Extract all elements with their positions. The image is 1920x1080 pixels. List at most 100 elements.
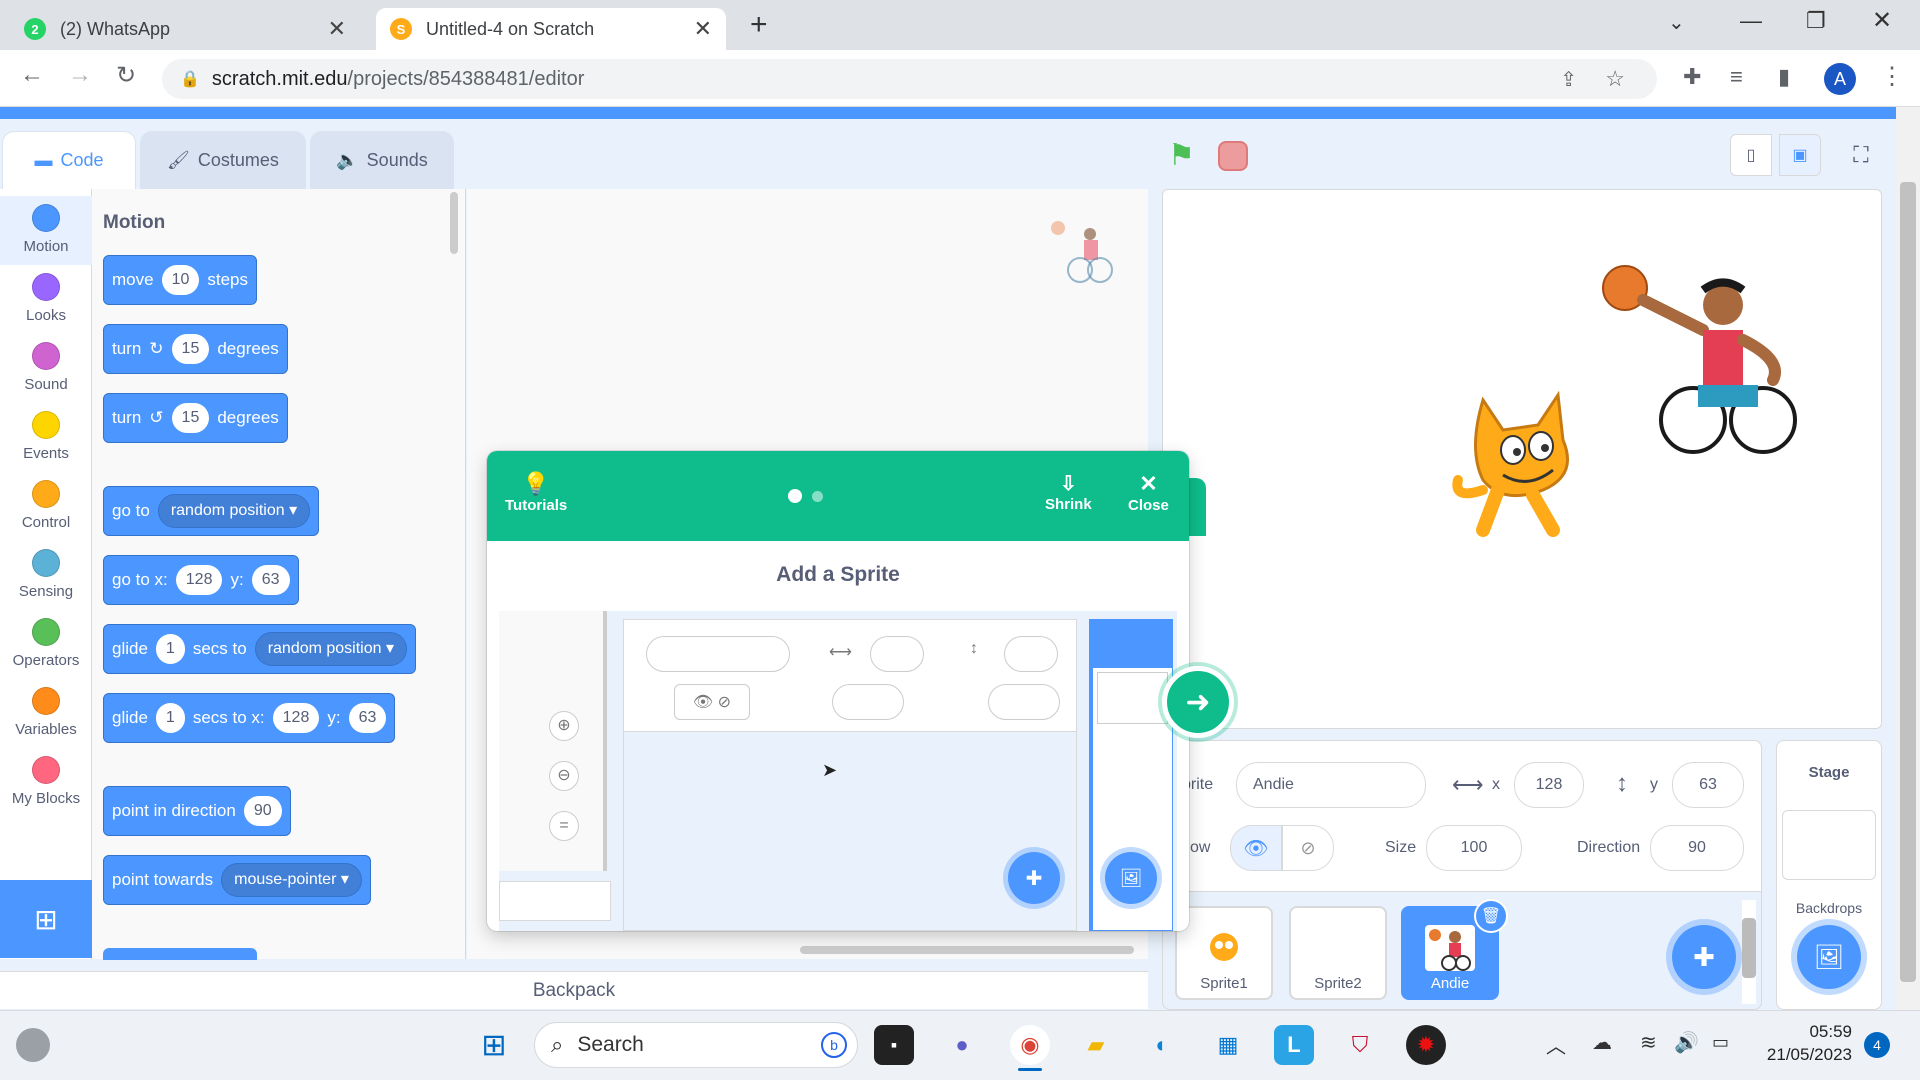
back-icon[interactable]: ← (20, 61, 44, 89)
address-bar[interactable]: 🔒 scratch.mit.edu/projects/854388481/edi… (162, 59, 1657, 99)
category-sensing[interactable]: Sensing (0, 541, 92, 610)
palette-scrollbar[interactable] (450, 192, 458, 254)
battery-icon[interactable]: ▭ (1712, 1032, 1729, 1053)
onedrive-icon[interactable]: ☁ (1592, 1030, 1612, 1055)
towards-dropdown[interactable]: mouse-pointer ▾ (221, 863, 362, 897)
profile-avatar[interactable]: A (1824, 63, 1856, 95)
y-field[interactable]: 63 (1672, 762, 1744, 808)
category-motion[interactable]: Motion (0, 196, 92, 265)
delete-sprite-icon[interactable]: 🗑 (1474, 899, 1508, 933)
page-scrollbar[interactable] (1896, 107, 1920, 1010)
stage[interactable] (1162, 189, 1882, 729)
block-turn-left[interactable]: turn ↺ 15 degrees (103, 393, 288, 443)
wifi-icon[interactable]: ≋ (1640, 1030, 1657, 1055)
category-operators[interactable]: Operators (0, 610, 92, 679)
close-tab-icon[interactable]: ✕ (694, 16, 712, 42)
notification-badge[interactable]: 4 (1864, 1032, 1890, 1058)
degrees-input[interactable]: 15 (171, 403, 210, 433)
x-input[interactable]: 128 (175, 565, 223, 595)
secs-input[interactable]: 1 (155, 634, 185, 664)
show-eye-icon[interactable]: 👁 (1230, 825, 1282, 871)
close-tutorial-button[interactable]: ✕ Close (1128, 471, 1169, 514)
choose-backdrop-button[interactable]: 🖼 (1797, 925, 1861, 989)
tab-search-icon[interactable]: ⌄ (1668, 10, 1685, 35)
security-app-icon[interactable]: ✹ (1406, 1025, 1446, 1065)
minimize-button[interactable]: — (1740, 8, 1762, 34)
extensions-icon[interactable]: ✚ (1683, 64, 1701, 90)
sprite-list-scrollbar[interactable] (1742, 900, 1756, 1004)
sprite-thumb-sprite1[interactable]: Sprite1 (1175, 906, 1273, 1000)
stage-thumbnail[interactable] (1782, 810, 1876, 880)
close-tab-icon[interactable]: ✕ (328, 16, 346, 42)
sprite-thumb-sprite2[interactable]: Sprite2 (1289, 906, 1387, 1000)
step-dot[interactable] (812, 491, 823, 502)
category-my-blocks[interactable]: My Blocks (0, 748, 92, 817)
bing-icon[interactable]: b (821, 1032, 847, 1058)
forward-icon[interactable]: → (68, 61, 92, 89)
l-app-icon[interactable]: L (1274, 1025, 1314, 1065)
green-flag-icon[interactable]: ⚑ (1168, 138, 1195, 173)
chrome-icon[interactable]: ◉ (1010, 1025, 1050, 1065)
block-glide-to-xy[interactable]: glide 1 secs to x: 128 y: 63 (103, 693, 396, 743)
normal-stage-icon[interactable]: ▣ (1779, 134, 1821, 176)
block-go-to-xy[interactable]: go to x: 128 y: 63 (103, 555, 299, 605)
direction-field[interactable]: 90 (1650, 825, 1744, 871)
tab-scratch[interactable]: S Untitled-4 on Scratch ✕ (376, 8, 726, 50)
teams-icon[interactable]: ● (942, 1025, 982, 1065)
browser-menu-icon[interactable]: ⋮ (1880, 62, 1904, 91)
taskbar-search[interactable]: ⌕ Search b (534, 1022, 858, 1068)
volume-icon[interactable]: 🔊 (1674, 1030, 1699, 1055)
block-move-steps[interactable]: move 10 steps (103, 255, 258, 305)
category-looks[interactable]: Looks (0, 265, 92, 334)
y-input[interactable]: 63 (251, 565, 290, 595)
step-dot-active[interactable] (788, 489, 802, 503)
category-control[interactable]: Control (0, 472, 92, 541)
x-field[interactable]: 128 (1514, 762, 1584, 808)
media-icon[interactable]: ≡ (1730, 64, 1743, 90)
small-stage-icon[interactable]: ▯ (1730, 134, 1772, 176)
tray-chevron-icon[interactable]: ︿ (1546, 1030, 1566, 1059)
cat-sprite[interactable] (1443, 380, 1603, 540)
tab-costumes[interactable]: 🖌 Costumes (140, 131, 306, 189)
window-close-button[interactable]: ✕ (1872, 6, 1892, 35)
clock[interactable]: 05:59 21/05/2023 (1752, 1022, 1852, 1065)
tab-code[interactable]: ▬ Code (2, 131, 136, 189)
direction-input[interactable]: 90 (243, 796, 282, 826)
side-panel-icon[interactable]: ▮ (1778, 64, 1790, 90)
workspace-scrollbar[interactable] (800, 946, 1134, 954)
goto-dropdown[interactable]: random position ▾ (157, 494, 311, 528)
block-glide-to[interactable]: glide 1 secs to random position ▾ (103, 624, 417, 674)
stop-icon[interactable] (1218, 141, 1248, 171)
mcafee-icon[interactable]: ⛉ (1340, 1025, 1380, 1065)
andie-sprite[interactable] (1593, 260, 1803, 460)
block-point-towards[interactable]: point towards mouse-pointer ▾ (103, 855, 371, 905)
tutorials-button[interactable]: 💡 Tutorials (505, 471, 567, 514)
tab-sounds[interactable]: 🔈 Sounds (310, 131, 454, 189)
edge-icon[interactable]: ◐ (1142, 1025, 1182, 1065)
category-sound[interactable]: Sound (0, 334, 92, 403)
widgets-icon[interactable] (16, 1028, 50, 1062)
task-view-icon[interactable]: ▪ (874, 1025, 914, 1065)
glide-dropdown[interactable]: random position ▾ (254, 632, 408, 666)
block-turn-right[interactable]: turn ↻ 15 degrees (103, 324, 288, 374)
size-field[interactable]: 100 (1426, 825, 1522, 871)
block-go-to[interactable]: go to random position ▾ (103, 486, 320, 536)
shrink-button[interactable]: ⇩ Shrink (1045, 471, 1092, 513)
restore-button[interactable]: ❐ (1806, 8, 1826, 34)
y-input[interactable]: 63 (348, 703, 387, 733)
sprite-name-field[interactable]: Andie (1236, 762, 1426, 808)
file-explorer-icon[interactable]: ▰ (1076, 1025, 1116, 1065)
backpack[interactable]: Backpack (0, 971, 1148, 1009)
add-extension-button[interactable]: ⊞ (0, 880, 92, 958)
bookmark-star-icon[interactable]: ☆ (1605, 66, 1625, 92)
secs-input[interactable]: 1 (155, 703, 185, 733)
next-step-button[interactable]: ➜ (1162, 666, 1234, 738)
hide-eye-icon[interactable]: ⊘ (1282, 825, 1334, 871)
choose-sprite-button[interactable]: ✚ (1672, 925, 1736, 989)
fullscreen-icon[interactable]: ⛶ (1840, 134, 1882, 176)
tab-whatsapp[interactable]: 2 (2) WhatsApp ✕ (10, 8, 360, 50)
store-icon[interactable]: ▦ (1208, 1025, 1248, 1065)
block-point-in-direction[interactable]: point in direction 90 (103, 786, 291, 836)
category-variables[interactable]: Variables (0, 679, 92, 748)
category-events[interactable]: Events (0, 403, 92, 472)
